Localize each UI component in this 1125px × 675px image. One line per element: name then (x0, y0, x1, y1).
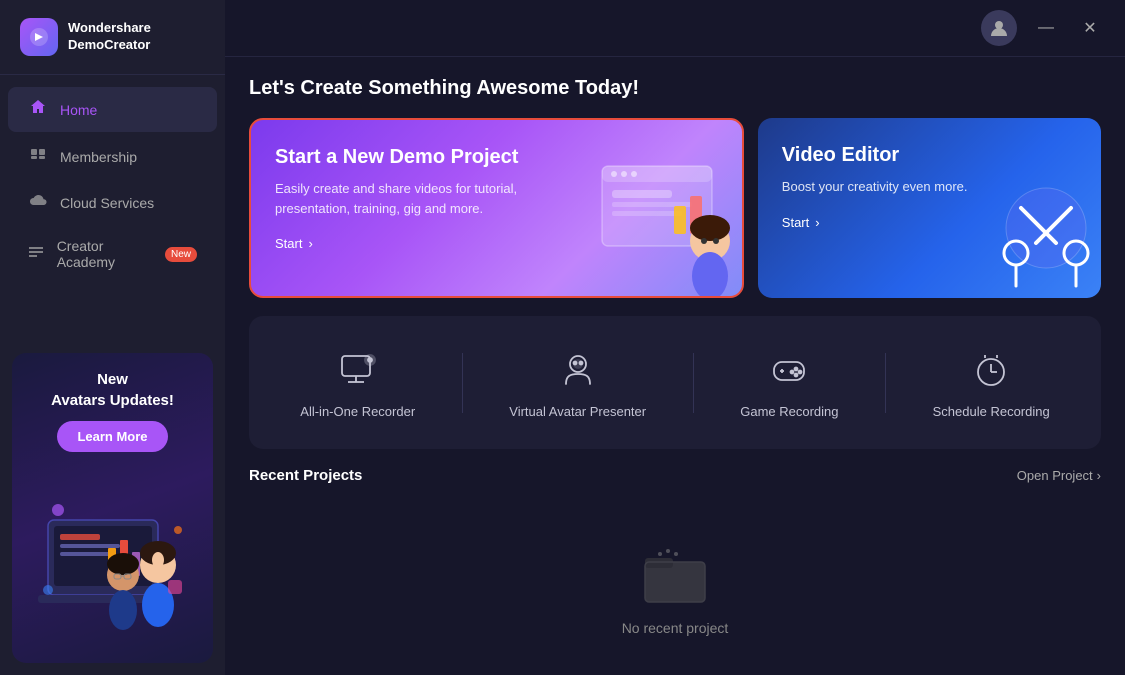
editor-card-desc: Boost your creativity even more. (782, 177, 1062, 197)
demo-card-desc: Easily create and share videos for tutor… (275, 179, 555, 218)
page-greeting: Let's Create Something Awesome Today! (249, 77, 1101, 100)
game-icon (765, 346, 813, 394)
feature-card-game-recording[interactable]: Game Recording (724, 336, 854, 429)
video-editor-card[interactable]: Video Editor Boost your creativity even … (758, 118, 1101, 298)
content-area: Let's Create Something Awesome Today! St… (225, 57, 1125, 675)
academy-icon (28, 244, 45, 265)
editor-card-link[interactable]: Start › (782, 215, 1077, 230)
close-button[interactable]: ✕ (1075, 13, 1105, 43)
sidebar: Wondershare DemoCreator Home Membership (0, 0, 225, 675)
minimize-button[interactable]: — (1031, 13, 1061, 43)
app-logo-icon (20, 18, 58, 56)
empty-projects: No recent project (249, 504, 1101, 675)
membership-icon (28, 146, 48, 167)
demo-project-card[interactable]: Start a New Demo Project Easily create a… (249, 118, 744, 298)
demo-card-title: Start a New Demo Project (275, 146, 718, 169)
sidebar-item-membership[interactable]: Membership (8, 134, 217, 179)
recent-title: Recent Projects (249, 467, 362, 484)
feature-divider-3 (885, 353, 886, 413)
game-label: Game Recording (740, 404, 838, 419)
feature-divider-1 (462, 353, 463, 413)
recent-projects-header: Recent Projects Open Project › (249, 467, 1101, 484)
ad-card: NewAvatars Updates! Learn More (12, 353, 213, 663)
open-project-link[interactable]: Open Project › (1017, 468, 1101, 483)
feature-card-virtual-avatar[interactable]: Virtual Avatar Presenter (493, 336, 662, 429)
editor-start-arrow: › (815, 215, 819, 230)
recorder-label: All-in-One Recorder (300, 404, 415, 419)
cloud-icon (28, 193, 48, 212)
main-content: — ✕ Let's Create Something Awesome Today… (225, 0, 1125, 675)
learn-more-button[interactable]: Learn More (57, 421, 167, 452)
feature-card-schedule-recording[interactable]: Schedule Recording (917, 336, 1066, 429)
empty-text: No recent project (622, 620, 729, 636)
sidebar-academy-label: Creator Academy (57, 238, 147, 270)
ad-title: NewAvatars Updates! (28, 369, 197, 411)
hero-cards: Start a New Demo Project Easily create a… (249, 118, 1101, 298)
editor-card-title: Video Editor (782, 144, 1077, 167)
demo-start-label: Start (275, 236, 302, 251)
feature-card-all-in-one-recorder[interactable]: All-in-One Recorder (284, 336, 431, 429)
feature-divider-2 (693, 353, 694, 413)
sidebar-item-cloud-services[interactable]: Cloud Services (8, 181, 217, 224)
nav-items: Home Membership Cloud Services (0, 75, 225, 341)
recorder-icon (334, 346, 382, 394)
logo-area: Wondershare DemoCreator (0, 0, 225, 75)
user-avatar-button[interactable] (981, 10, 1017, 46)
title-bar-right: — ✕ (981, 10, 1105, 46)
avatar-icon (554, 346, 602, 394)
empty-folder-icon (640, 544, 710, 606)
avatar-label: Virtual Avatar Presenter (509, 404, 646, 419)
editor-start-label: Start (782, 215, 809, 230)
schedule-icon (967, 346, 1015, 394)
sidebar-item-creator-academy[interactable]: Creator Academy New (8, 226, 217, 282)
feature-cards: All-in-One Recorder Virtual Avatar Pr (249, 316, 1101, 449)
ad-illustration (28, 460, 197, 660)
open-project-arrow: › (1097, 468, 1101, 483)
sidebar-membership-label: Membership (60, 149, 137, 165)
demo-start-arrow: › (308, 236, 312, 251)
schedule-label: Schedule Recording (933, 404, 1050, 419)
open-project-label: Open Project (1017, 468, 1093, 483)
sidebar-cloud-label: Cloud Services (60, 195, 154, 211)
app-name: Wondershare DemoCreator (68, 20, 151, 54)
sidebar-item-home[interactable]: Home (8, 87, 217, 132)
demo-card-link[interactable]: Start › (275, 236, 718, 251)
title-bar: — ✕ (225, 0, 1125, 57)
new-badge: New (165, 247, 197, 262)
home-icon (28, 99, 48, 120)
recent-projects-section: Recent Projects Open Project › No r (249, 467, 1101, 675)
sidebar-home-label: Home (60, 102, 97, 118)
